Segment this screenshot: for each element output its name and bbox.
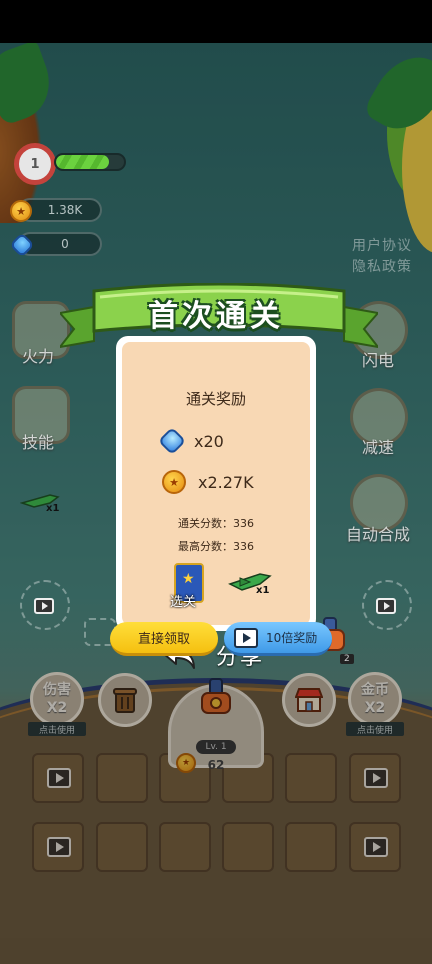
- level-progress-fill: [56, 155, 110, 169]
- auto-merge-label: 自动合成: [346, 525, 411, 544]
- legal-links: 用户协议 隐私政策: [352, 236, 412, 278]
- gem-reward-amount: x20: [194, 431, 224, 451]
- slowdown-label: 减速: [362, 438, 395, 457]
- ten-x-label: 10倍奖励: [266, 631, 318, 645]
- coin-icon: ★: [162, 470, 186, 494]
- user-agreement-link[interactable]: 用户协议: [352, 236, 412, 257]
- video-icon: [34, 598, 54, 614]
- level-badge: 1: [14, 143, 56, 185]
- plane-badge: x1: [46, 503, 60, 514]
- coin-reward-amount: x2.27K: [198, 472, 254, 492]
- reward-header: 通关奖励: [185, 390, 246, 408]
- clear-score: 通关分数：336: [178, 517, 254, 530]
- level-select-label[interactable]: 选关: [170, 591, 196, 610]
- best-score: 最高分数：336: [178, 540, 254, 553]
- claim-button[interactable]: 直接领取: [110, 622, 218, 656]
- video-icon: [376, 598, 396, 614]
- turret-count: 2: [340, 654, 354, 664]
- level-number: 1: [30, 156, 40, 172]
- reward-panel: 通关奖励 x20 ★ x2.27K 通关分数：336 最高分数：336 选关 x…: [110, 342, 332, 656]
- skills-label: 技能: [22, 433, 55, 452]
- video-icon: [234, 628, 258, 648]
- coin-icon: ★: [10, 200, 32, 222]
- firepower-label: 火力: [22, 347, 55, 366]
- game-screen: 伤害 X2 点击使用 Lv. 1 ★ 62 金币 X2 点击使用 1 1.38K…: [0, 43, 432, 964]
- ten-x-reward-button[interactable]: 10倍奖励: [224, 622, 332, 656]
- privacy-policy-link[interactable]: 隐私政策: [352, 257, 412, 278]
- plane-badge: x1: [256, 585, 270, 596]
- gem-reward: x20: [157, 426, 224, 456]
- gems-value: 0: [61, 237, 69, 251]
- gem-icon: [157, 426, 187, 456]
- level-progress-bar: [54, 153, 126, 171]
- coin-reward: ★ x2.27K: [162, 470, 254, 494]
- coins-value: 1.38K: [47, 203, 83, 217]
- banner-title: 首次通关: [148, 299, 284, 334]
